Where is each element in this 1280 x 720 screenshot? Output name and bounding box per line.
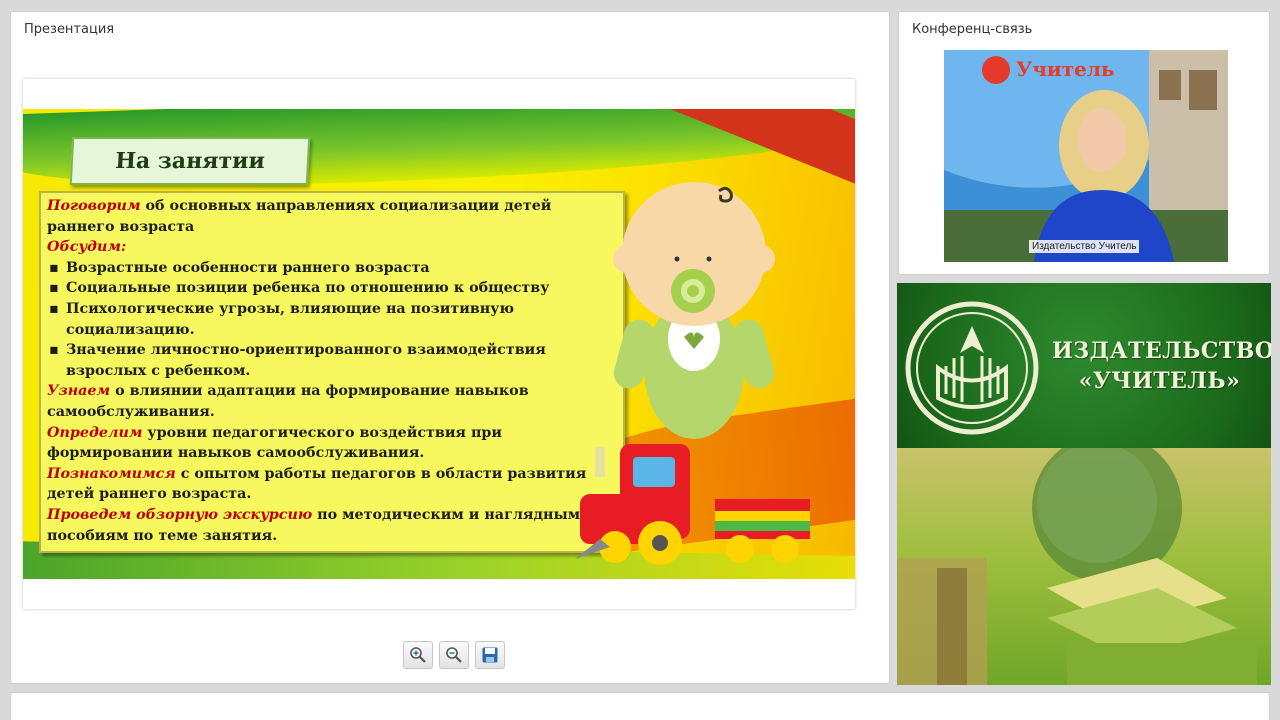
save-icon — [482, 647, 498, 663]
slide-heading: На занятии — [114, 148, 266, 174]
bullet-item: Социальные позиции ребенка по отношению … — [47, 278, 617, 299]
svg-text:Учитель: Учитель — [1016, 57, 1115, 81]
slide-paragraph: Обсудим: — [47, 237, 617, 258]
video-participant-label: Издательство Учитель — [1029, 240, 1140, 253]
video-frame-image: Учитель — [944, 50, 1228, 262]
slide-heading-banner: На занятии — [69, 137, 311, 185]
presentation-toolbar — [403, 641, 505, 669]
publisher-logo-area: ИЗДАТЕЛЬСТВО «УЧИТЕЛЬ» — [897, 283, 1271, 448]
zoom-in-button[interactable] — [403, 641, 433, 669]
slide: На занятии Поговорим об основных направл… — [23, 109, 855, 579]
publisher-name: ИЗДАТЕЛЬСТВО «УЧИТЕЛЬ» — [1052, 336, 1271, 396]
keyword: Познакомимся — [47, 465, 176, 482]
publisher-banner-image — [897, 433, 1271, 685]
paragraph-text: о влиянии адаптации на формирование навы… — [47, 383, 529, 420]
presentation-panel: Презентация На занятии Поговорим об осно… — [10, 11, 890, 684]
bottom-panel — [10, 692, 1270, 720]
bullet-item: Психологические угрозы, влияющие на пози… — [47, 299, 617, 340]
slide-paragraph: Поговорим об основных направлениях социа… — [47, 196, 617, 237]
bullet-item: Возрастные особенности раннего возраста — [47, 258, 617, 279]
zoom-in-icon — [410, 647, 426, 663]
keyword: Обсудим: — [47, 239, 127, 256]
conference-title: Конференц-связь — [912, 22, 1033, 37]
publisher-name-line2: «УЧИТЕЛЬ» — [1078, 368, 1241, 394]
slide-text-box: Поговорим об основных направлениях социа… — [39, 191, 625, 553]
conference-panel: Конференц-связь Учитель Издательство Учи… — [898, 11, 1270, 275]
keyword: Проведем обзорную экскурсию — [47, 506, 313, 523]
publisher-name-line1: ИЗДАТЕЛЬСТВО — [1052, 338, 1271, 364]
slide-paragraph: Проведем обзорную экскурсию по методичес… — [47, 505, 617, 546]
keyword: Определим — [47, 424, 143, 441]
books-globe-image — [897, 433, 1257, 685]
publisher-panel: ИЗДАТЕЛЬСТВО «УЧИТЕЛЬ» — [897, 283, 1271, 685]
zoom-out-icon — [446, 647, 462, 663]
slide-frame: На занятии Поговорим об основных направл… — [23, 79, 855, 609]
zoom-out-button[interactable] — [439, 641, 469, 669]
save-button[interactable] — [475, 641, 505, 669]
slide-paragraph: Определим уровни педагогического воздейс… — [47, 423, 617, 464]
video-feed[interactable]: Учитель Издательство Учитель — [944, 50, 1228, 262]
bullet-item: Значение личностно-ориентированного взаи… — [47, 340, 617, 381]
slide-paragraph: Познакомимся с опытом работы педагогов в… — [47, 464, 617, 505]
bullet-list: Возрастные особенности раннего возраста … — [47, 258, 617, 382]
baby-illustration — [613, 182, 775, 439]
keyword: Поговорим — [47, 198, 141, 214]
slide-paragraph: Узнаем о влиянии адаптации на формирован… — [47, 381, 617, 422]
train-illustration — [575, 444, 810, 565]
presentation-title: Презентация — [24, 22, 115, 37]
keyword: Узнаем — [47, 383, 111, 400]
publisher-logo-icon — [905, 301, 1039, 435]
